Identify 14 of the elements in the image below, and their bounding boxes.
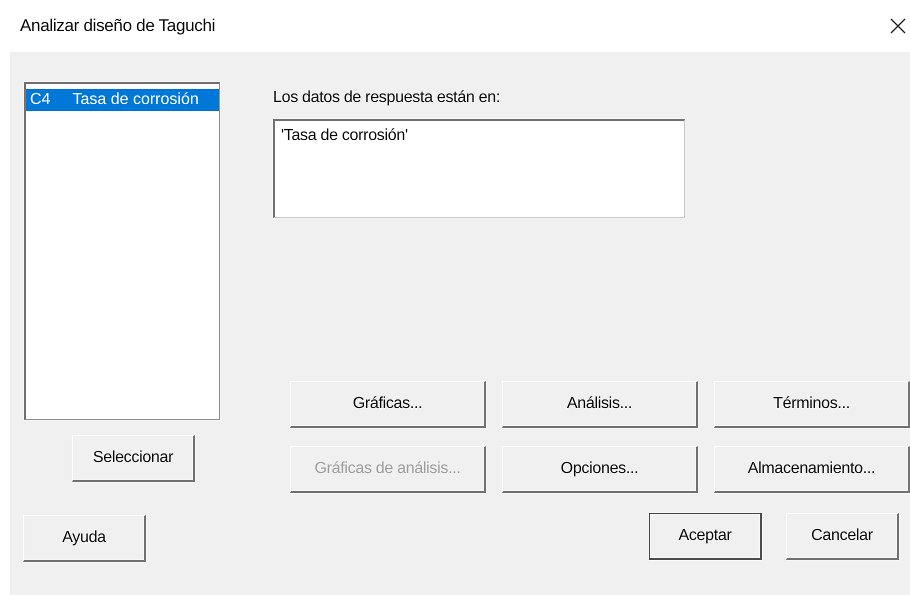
help-button[interactable]: Ayuda bbox=[23, 515, 146, 562]
option-button[interactable]: Opciones... bbox=[502, 446, 698, 493]
cancel-button[interactable]: Cancelar bbox=[786, 513, 899, 560]
variable-item[interactable]: C4 Tasa de corrosión bbox=[26, 89, 219, 111]
response-label: Los datos de respuesta están en: bbox=[273, 89, 502, 107]
ok-button[interactable]: Aceptar bbox=[649, 513, 762, 560]
select-button[interactable]: Seleccionar bbox=[72, 435, 195, 482]
option-button[interactable]: Gráficas... bbox=[290, 381, 486, 428]
response-field[interactable]: 'Tasa de corrosión' bbox=[273, 119, 685, 218]
option-button[interactable]: Análisis... bbox=[502, 381, 698, 428]
window-title: Analizar diseño de Taguchi bbox=[20, 16, 216, 36]
option-button[interactable]: Almacenamiento... bbox=[714, 446, 910, 493]
close-icon[interactable] bbox=[890, 18, 906, 34]
option-button[interactable]: Términos... bbox=[714, 381, 910, 428]
